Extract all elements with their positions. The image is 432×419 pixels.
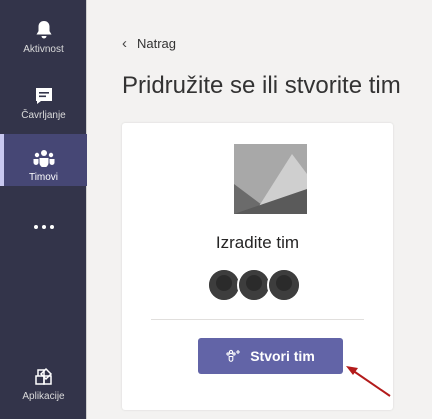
annotation-arrow	[346, 366, 391, 397]
rail-item-label: Aktivnost	[23, 44, 64, 55]
team-image-icon	[234, 144, 307, 214]
avatar	[207, 268, 241, 302]
rail-item-teams[interactable]: Timovi	[0, 134, 87, 186]
divider	[151, 319, 364, 320]
rail-item-chat[interactable]: Čavrljanje	[0, 84, 87, 136]
app-rail: Aktivnost Čavrljanje Timovi Aplikacije	[0, 0, 87, 419]
chat-icon	[32, 84, 56, 108]
create-team-card[interactable]: Izradite tim Stvori tim	[122, 123, 393, 410]
rail-item-label: Čavrljanje	[21, 110, 66, 121]
main-content: ‹ Natrag Pridružite se ili stvorite tim …	[88, 0, 432, 419]
teams-icon	[32, 146, 56, 170]
rail-item-activity[interactable]: Aktivnost	[0, 18, 87, 70]
rail-item-apps[interactable]: Aplikacije	[0, 365, 87, 417]
avatar	[267, 268, 301, 302]
page-title: Pridružite se ili stvorite tim	[122, 72, 401, 99]
back-link[interactable]: ‹ Natrag	[122, 36, 176, 51]
rail-item-label: Timovi	[28, 172, 59, 183]
avatar-group	[207, 268, 327, 302]
chevron-left-icon: ‹	[122, 35, 127, 52]
add-team-icon	[226, 349, 242, 363]
create-team-button[interactable]: Stvori tim	[198, 338, 343, 374]
bell-icon	[32, 18, 56, 42]
back-label: Natrag	[137, 36, 177, 51]
create-team-button-label: Stvori tim	[250, 348, 315, 364]
rail-item-label: Aplikacije	[22, 391, 65, 402]
avatar	[237, 268, 271, 302]
apps-icon	[32, 365, 56, 389]
rail-item-more[interactable]	[0, 215, 87, 239]
card-title: Izradite tim	[215, 233, 300, 252]
more-icon	[32, 215, 56, 239]
